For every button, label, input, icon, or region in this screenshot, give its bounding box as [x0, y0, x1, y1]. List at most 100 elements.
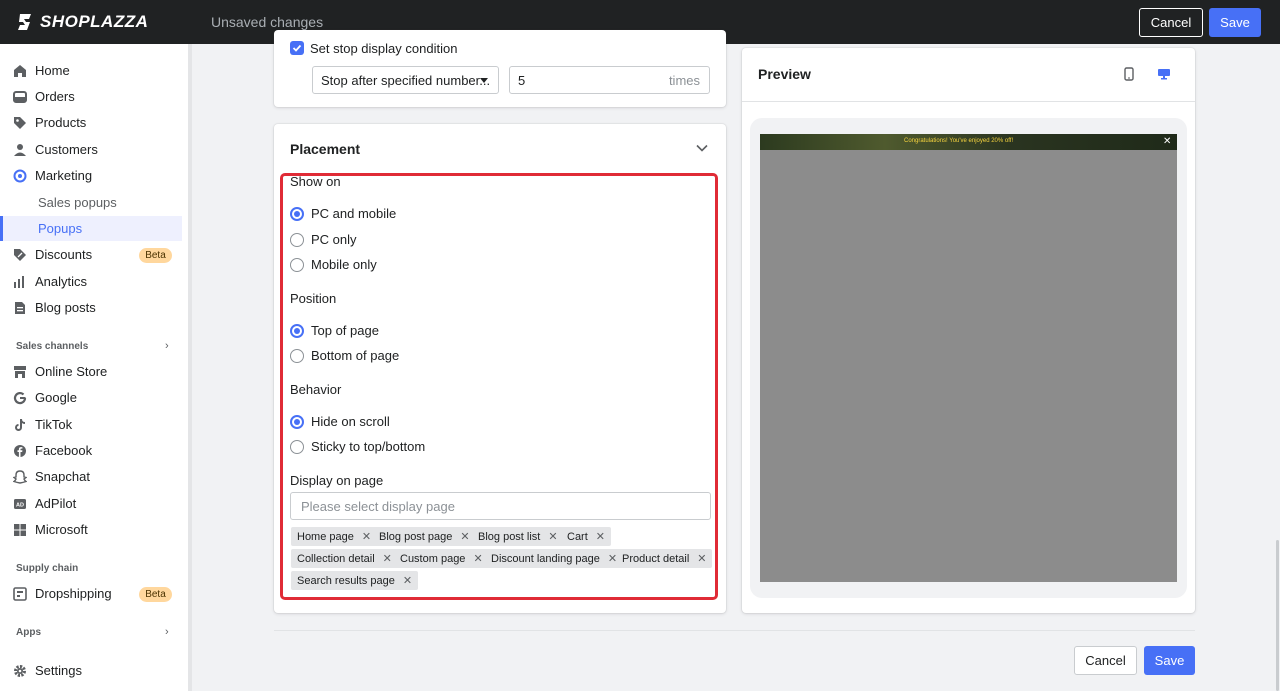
sidebar-item-label: Popups: [38, 221, 83, 236]
footer-cancel-button[interactable]: Cancel: [1074, 646, 1137, 675]
sidebar-item-customers[interactable]: Customers: [0, 137, 182, 162]
radio-pc-and-mobile[interactable]: PC and mobile: [290, 206, 396, 221]
desktop-device-icon[interactable]: [1157, 68, 1171, 80]
stop-condition-label: Set stop display condition: [310, 41, 458, 56]
shoplazza-logo[interactable]: SHOPLAZZA: [16, 12, 148, 32]
mobile-device-icon[interactable]: [1124, 67, 1134, 81]
preview-close-icon[interactable]: ✕: [1163, 136, 1171, 147]
radio-mobile-only[interactable]: Mobile only: [290, 257, 377, 272]
tag-blog-post-list: Blog post list ✕: [472, 527, 564, 546]
tag-label: Search results page: [297, 574, 395, 587]
apps-chevron-icon[interactable]: ›: [165, 626, 1266, 638]
sidebar-item-tiktok[interactable]: TikTok: [0, 412, 182, 437]
show-on-label: Show on: [290, 174, 341, 189]
sidebar-item-home[interactable]: Home: [0, 58, 182, 83]
sidebar-item-popups[interactable]: Popups: [0, 216, 182, 241]
remove-tag-icon[interactable]: ✕: [596, 530, 605, 543]
position-label: Position: [290, 291, 337, 306]
sidebar-item-products[interactable]: Products: [0, 110, 182, 135]
preview-screen: [760, 134, 1177, 582]
sidebar-item-google[interactable]: Google: [0, 385, 182, 410]
sidebar-item-facebook[interactable]: Facebook: [0, 438, 182, 463]
sidebar-item-online-store[interactable]: Online Store: [0, 359, 182, 384]
tag-collection-detail: Collection detail ✕: [291, 549, 398, 568]
tag-label: Blog post page: [379, 530, 453, 543]
microsoft-icon: [14, 523, 26, 536]
sidebar-item-label: Online Store: [35, 364, 108, 379]
radio-selected-icon: [290, 414, 304, 429]
sidebar-item-label: TikTok: [35, 417, 73, 432]
remove-tag-icon[interactable]: ✕: [403, 574, 412, 587]
stop-condition-checkbox[interactable]: [290, 41, 304, 55]
tag-search-results-page: Search results page ✕: [291, 571, 419, 590]
remove-tag-icon[interactable]: ✕: [383, 552, 392, 565]
document-icon: [15, 301, 25, 314]
sidebar-item-label: Orders: [35, 89, 75, 104]
stop-condition-select[interactable]: Stop after specified number...: [312, 66, 499, 94]
sidebar-item-adpilot[interactable]: AD AdPilot: [0, 491, 182, 516]
chevron-down-icon[interactable]: [696, 144, 708, 152]
sidebar-item-label: Snapchat: [35, 469, 90, 484]
remove-tag-icon[interactable]: ✕: [697, 552, 706, 565]
discount-icon: [14, 248, 26, 261]
tag-label: Cart: [567, 530, 588, 543]
remove-tag-icon[interactable]: ✕: [473, 552, 482, 565]
sidebar-item-marketing[interactable]: Marketing: [0, 163, 182, 188]
tag-product-detail: Product detail ✕: [616, 549, 713, 568]
radio-pc-only[interactable]: PC only: [290, 232, 357, 247]
remove-tag-icon[interactable]: ✕: [362, 530, 371, 543]
page-scrollbar[interactable]: [1276, 540, 1279, 691]
check-icon: [292, 44, 302, 52]
radio-sticky-to-top-bottom[interactable]: Sticky to top/bottom: [290, 439, 425, 454]
radio-label: PC and mobile: [311, 206, 397, 221]
stop-times-input[interactable]: 5 times: [509, 66, 710, 94]
sidebar-item-label: Products: [35, 115, 87, 130]
behavior-label: Behavior: [290, 382, 342, 397]
tag-label: Product detail: [622, 552, 690, 565]
facebook-icon: [14, 444, 26, 457]
radio-label: Mobile only: [311, 257, 377, 272]
sidebar-item-sales-popups[interactable]: Sales popups: [0, 190, 182, 215]
footer-save-button[interactable]: Save: [1144, 646, 1195, 675]
sidebar-item-orders[interactable]: Orders: [0, 84, 182, 109]
radio-label: PC only: [311, 232, 357, 247]
tag-label: Home page: [297, 530, 354, 543]
stop-times-suffix: times: [668, 72, 700, 88]
radio-bottom-of-page[interactable]: Bottom of page: [290, 348, 399, 363]
discounts-beta-badge: Beta: [139, 248, 172, 263]
unsaved-changes-text: Unsaved changes: [211, 14, 324, 30]
active-indicator: [0, 216, 3, 241]
radio-label: Top of page: [311, 323, 379, 338]
sidebar-item-analytics[interactable]: Analytics: [0, 269, 182, 294]
sidebar-item-label: Marketing: [35, 168, 93, 183]
sidebar-item-label: Facebook: [35, 443, 93, 458]
logo-text: SHOPLAZZA: [40, 12, 149, 31]
tag-label: Custom page: [400, 552, 466, 565]
sidebar-item-settings[interactable]: Settings: [0, 658, 182, 683]
sidebar-item-snapchat[interactable]: Snapchat: [0, 464, 182, 489]
display-page-select[interactable]: Please select display page: [290, 492, 711, 520]
radio-label: Sticky to top/bottom: [311, 439, 426, 454]
sales-channels-label: Sales channels: [16, 341, 89, 352]
radio-top-of-page[interactable]: Top of page: [290, 323, 379, 338]
remove-tag-icon[interactable]: ✕: [460, 530, 469, 543]
supply-chain-label: Supply chain: [16, 563, 79, 574]
radio-hide-on-scroll[interactable]: Hide on scroll: [290, 414, 390, 429]
radio-label: Hide on scroll: [311, 414, 390, 429]
tag-custom-page: Custom page ✕: [394, 549, 489, 568]
topbar-save-button[interactable]: Save: [1209, 8, 1261, 37]
sidebar-item-label: Analytics: [35, 274, 88, 289]
store-icon: [14, 365, 26, 378]
preview-banner-text: Congratulations! You've enjoyed 20% off!: [904, 138, 1014, 144]
google-icon: [13, 391, 27, 404]
sidebar-item-label: Blog posts: [35, 300, 96, 315]
sidebar-item-microsoft[interactable]: Microsoft: [0, 517, 182, 542]
tiktok-icon: [15, 418, 25, 431]
tag-cart: Cart ✕: [561, 527, 611, 546]
adpilot-icon: AD: [14, 498, 26, 509]
remove-tag-icon[interactable]: ✕: [548, 530, 557, 543]
dropshipping-icon: [13, 586, 27, 601]
sidebar-item-blog-posts[interactable]: Blog posts: [0, 295, 182, 320]
topbar-cancel-button[interactable]: Cancel: [1139, 8, 1203, 37]
radio-unselected-icon: [290, 439, 304, 454]
